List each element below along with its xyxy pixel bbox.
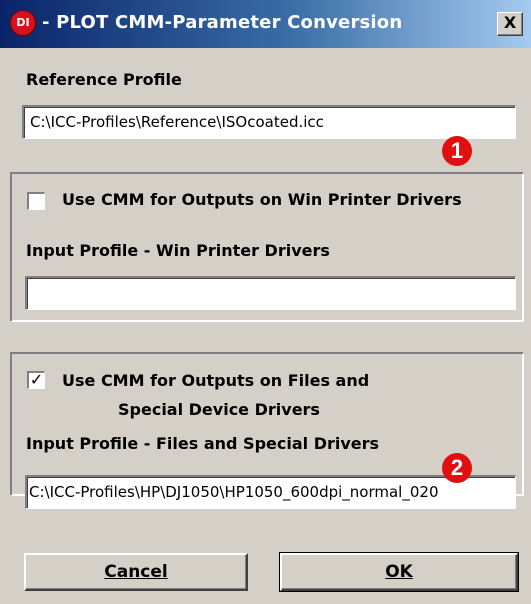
app-logo-icon: DI	[10, 10, 36, 36]
win-printer-checkbox-label: Use CMM for Outputs on Win Printer Drive…	[62, 190, 462, 209]
files-checkbox[interactable]: ✓	[27, 371, 45, 389]
files-checkbox-label-line1: Use CMM for Outputs on Files and	[62, 371, 370, 390]
cancel-button[interactable]: Cancel	[24, 553, 248, 591]
window-title: - PLOT CMM-Parameter Conversion	[42, 12, 403, 33]
win-printer-input-label: Input Profile - Win Printer Drivers	[26, 241, 330, 260]
reference-profile-label: Reference Profile	[26, 70, 182, 89]
annotation-badge-2: 2	[442, 453, 472, 483]
title-bar[interactable]: DI - PLOT CMM-Parameter Conversion X	[0, 0, 531, 48]
files-input-label: Input Profile - Files and Special Driver…	[26, 434, 380, 453]
files-profile-input[interactable]: C:\ICC-Profiles\HP\DJ1050\HP1050_600dpi_…	[25, 475, 516, 509]
win-printer-checkbox[interactable]	[27, 192, 45, 210]
cmm-parameter-dialog: DI - PLOT CMM-Parameter Conversion X Ref…	[0, 0, 531, 604]
ok-button-label: OK	[385, 562, 413, 582]
close-button[interactable]: X	[497, 12, 523, 36]
cancel-button-label: Cancel	[104, 562, 168, 582]
annotation-badge-1: 1	[442, 136, 472, 166]
ok-button[interactable]: OK	[279, 552, 519, 592]
reference-profile-input[interactable]: C:\ICC-Profiles\Reference\ISOcoated.icc	[22, 105, 516, 139]
files-checkbox-label-line2: Special Device Drivers	[118, 400, 320, 419]
win-printer-profile-input[interactable]	[25, 276, 516, 310]
